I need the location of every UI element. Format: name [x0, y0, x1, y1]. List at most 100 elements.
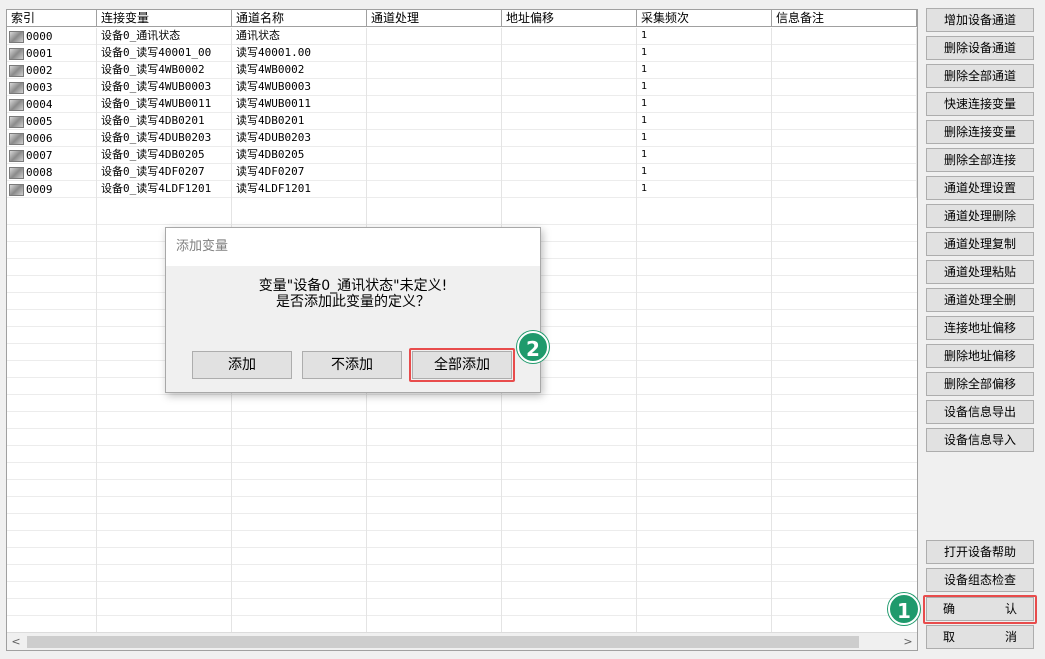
table-row[interactable]: 0009 设备0_读写4LDF1201 读写4LDF1201 1: [7, 181, 917, 198]
step-marker-1: 1: [888, 593, 920, 625]
column-header-connect-var[interactable]: 连接变量: [97, 10, 232, 27]
sidebar-button-10[interactable]: 通道处理全删: [926, 288, 1034, 312]
cell-channel-proc: [367, 96, 502, 113]
cell-index: 0008: [7, 164, 97, 181]
row-index: 0004: [26, 97, 53, 111]
sidebar-button-0[interactable]: 增加设备通道: [926, 8, 1034, 32]
add-all-highlight: [409, 348, 515, 382]
no-add-button[interactable]: 不添加: [302, 351, 402, 379]
row-channel-icon: [9, 183, 24, 196]
cell-channel-name: 读写4WUB0003: [232, 79, 367, 96]
row-channel-icon: [9, 132, 24, 145]
cell-sample-freq: 1: [637, 79, 772, 96]
table-row[interactable]: 0006 设备0_读写4DUB0203 读写4DUB0203 1: [7, 130, 917, 147]
cell-info-note: [772, 45, 917, 62]
cell-info-note: [772, 28, 917, 45]
cancel-label-2: 消: [1004, 630, 1017, 644]
cell-channel-proc: [367, 62, 502, 79]
table-row[interactable]: 0003 设备0_读写4WUB0003 读写4WUB0003 1: [7, 79, 917, 96]
table-row[interactable]: 0001 设备0_读写40001_00 读写40001.00 1: [7, 45, 917, 62]
cell-addr-offset: [502, 130, 637, 147]
cell-addr-offset: [502, 79, 637, 96]
cell-channel-proc: [367, 147, 502, 164]
table-row[interactable]: 0002 设备0_读写4WB0002 读写4WB0002 1: [7, 62, 917, 79]
cell-index: 0005: [7, 113, 97, 130]
sidebar-button-2[interactable]: 删除全部通道: [926, 64, 1034, 88]
cell-info-note: [772, 130, 917, 147]
cell-channel-proc: [367, 130, 502, 147]
row-channel-icon: [9, 166, 24, 179]
column-header-index[interactable]: 索引: [7, 10, 97, 27]
cell-info-note: [772, 79, 917, 96]
row-index: 0000: [26, 29, 53, 43]
sidebar-button-14[interactable]: 设备信息导出: [926, 400, 1034, 424]
sidebar-button-11[interactable]: 连接地址偏移: [926, 316, 1034, 340]
sidebar-button-1[interactable]: 删除设备通道: [926, 36, 1034, 60]
row-channel-icon: [9, 115, 24, 128]
sidebar-button-13[interactable]: 删除全部偏移: [926, 372, 1034, 396]
sidebar-button-12[interactable]: 删除地址偏移: [926, 344, 1034, 368]
cell-sample-freq: 1: [637, 96, 772, 113]
sidebar-button-8[interactable]: 通道处理复制: [926, 232, 1034, 256]
cell-channel-name: 读写4DB0201: [232, 113, 367, 130]
cell-index: 0009: [7, 181, 97, 198]
row-index: 0001: [26, 46, 53, 60]
column-header-channel-name[interactable]: 通道名称: [232, 10, 367, 27]
scroll-right-icon[interactable]: >: [899, 633, 917, 651]
column-header-info-note[interactable]: 信息备注: [772, 10, 917, 27]
grid-header: 索引 连接变量 通道名称 通道处理 地址偏移 采集频次 信息备注: [7, 10, 917, 27]
column-header-sample-freq[interactable]: 采集频次: [637, 10, 772, 27]
table-row[interactable]: 0004 设备0_读写4WUB0011 读写4WUB0011 1: [7, 96, 917, 113]
cell-channel-name: 读写4DB0205: [232, 147, 367, 164]
dialog-message-line1: 变量"设备0_通讯状态"未定义!: [258, 278, 448, 294]
cell-channel-name: 读写40001.00: [232, 45, 367, 62]
cell-sample-freq: 1: [637, 28, 772, 45]
cell-channel-proc: [367, 45, 502, 62]
scroll-left-icon[interactable]: <: [7, 633, 25, 651]
sidebar-button-3[interactable]: 快速连接变量: [926, 92, 1034, 116]
column-header-addr-offset[interactable]: 地址偏移: [502, 10, 637, 27]
cell-channel-name: 读写4DF0207: [232, 164, 367, 181]
table-row[interactable]: 0000 设备0_通讯状态 通讯状态 1: [7, 28, 917, 45]
cell-info-note: [772, 147, 917, 164]
sidebar-button-4[interactable]: 删除连接变量: [926, 120, 1034, 144]
table-row[interactable]: 0005 设备0_读写4DB0201 读写4DB0201 1: [7, 113, 917, 130]
cell-connect-var: 设备0_读写4LDF1201: [97, 181, 232, 198]
cell-addr-offset: [502, 181, 637, 198]
cell-channel-proc: [367, 113, 502, 130]
cell-info-note: [772, 96, 917, 113]
cell-channel-proc: [367, 28, 502, 45]
sidebar-button-7[interactable]: 通道处理删除: [926, 204, 1034, 228]
cancel-button[interactable]: 取 消: [926, 625, 1034, 649]
row-channel-icon: [9, 149, 24, 162]
sidebar-button-6[interactable]: 通道处理设置: [926, 176, 1034, 200]
cell-info-note: [772, 181, 917, 198]
table-row[interactable]: 0008 设备0_读写4DF0207 读写4DF0207 1: [7, 164, 917, 181]
cell-index: 0000: [7, 28, 97, 45]
column-header-channel-proc[interactable]: 通道处理: [367, 10, 502, 27]
sidebar-button-9[interactable]: 通道处理粘贴: [926, 260, 1034, 284]
dialog-message-line2: 是否添加此变量的定义？: [276, 294, 430, 310]
row-index: 0007: [26, 148, 53, 162]
sidebar-button-5[interactable]: 删除全部连接: [926, 148, 1034, 172]
cell-channel-name: 读写4DUB0203: [232, 130, 367, 147]
cell-connect-var: 设备0_读写4WUB0003: [97, 79, 232, 96]
row-channel-icon: [9, 81, 24, 94]
row-index: 0005: [26, 114, 53, 128]
cell-index: 0003: [7, 79, 97, 96]
cancel-label-1: 取: [943, 630, 956, 644]
add-button[interactable]: 添加: [192, 351, 292, 379]
cell-index: 0002: [7, 62, 97, 79]
cell-channel-name: 读写4WUB0011: [232, 96, 367, 113]
table-row[interactable]: 0007 设备0_读写4DB0205 读写4DB0205 1: [7, 147, 917, 164]
cell-addr-offset: [502, 45, 637, 62]
scroll-track[interactable]: [25, 633, 899, 651]
sidebar-button-15[interactable]: 设备信息导入: [926, 428, 1034, 452]
scroll-thumb[interactable]: [27, 635, 859, 648]
horizontal-scrollbar[interactable]: < >: [7, 632, 917, 650]
step-marker-2: 2: [517, 331, 549, 363]
device-config-check-button[interactable]: 设备组态检查: [926, 568, 1034, 592]
open-device-help-button[interactable]: 打开设备帮助: [926, 540, 1034, 564]
cell-channel-proc: [367, 181, 502, 198]
cell-sample-freq: 1: [637, 181, 772, 198]
